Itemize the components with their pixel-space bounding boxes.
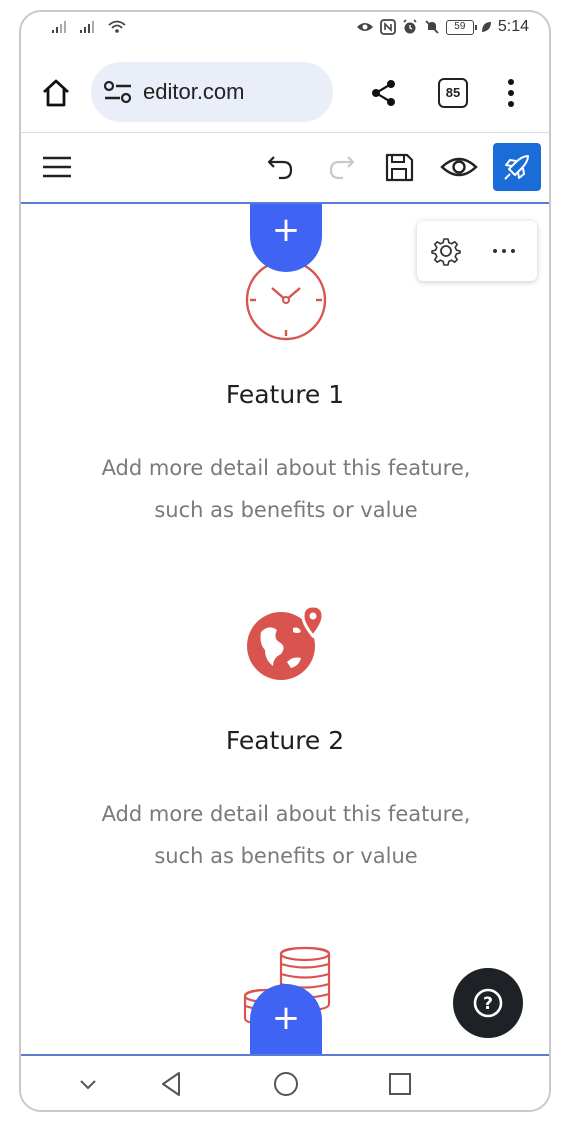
home-circle-icon[interactable] (271, 1069, 301, 1099)
feature-2-description-line-1[interactable]: Add more detail about this feature, (71, 793, 501, 835)
site-settings-icon[interactable] (103, 79, 133, 105)
mute-icon (425, 20, 439, 34)
recents-icon[interactable] (385, 1069, 415, 1099)
undo-icon[interactable] (263, 149, 299, 185)
rocket-icon[interactable] (493, 143, 541, 191)
status-left (51, 19, 127, 35)
phone-frame: 59 5:14 editor.com 85 + Feature 1 Add mo… (19, 10, 551, 1112)
editor-canvas: + Feature 1 Add more detail about this f… (21, 204, 549, 1056)
feature-1-title[interactable]: Feature 1 (21, 380, 549, 409)
navigation-bar (21, 1056, 549, 1110)
hamburger-menu-icon[interactable] (39, 149, 75, 185)
tabs-icon[interactable]: 85 (438, 78, 468, 108)
feature-1-description-line-1[interactable]: Add more detail about this feature, (71, 447, 501, 489)
block-toolbar (417, 221, 537, 281)
status-right: 59 5:14 (356, 18, 529, 36)
wifi-icon (108, 20, 126, 33)
gear-icon[interactable] (431, 236, 461, 266)
help-symbol[interactable]: ? (483, 994, 493, 1014)
add-block-symbol[interactable]: + (250, 210, 322, 250)
browser-bar: editor.com 85 (21, 56, 549, 132)
address-bar[interactable]: editor.com (91, 62, 333, 122)
leaf-icon (481, 22, 491, 32)
add-block-button-bottom[interactable]: + (250, 984, 322, 1054)
feature-2-description-line-2[interactable]: such as benefits or value (71, 835, 501, 877)
save-icon[interactable] (381, 149, 417, 185)
tab-count[interactable]: 85 (446, 85, 460, 100)
status-time: 5:14 (497, 18, 529, 35)
chevron-down-icon[interactable] (73, 1069, 103, 1099)
status-bar: 59 5:14 (21, 12, 549, 46)
home-icon[interactable] (39, 76, 73, 110)
back-icon[interactable] (157, 1069, 187, 1099)
help-icon[interactable]: ? (453, 968, 523, 1038)
feature-1-description-line-2[interactable]: such as benefits or value (71, 489, 501, 531)
help-button[interactable]: ? (453, 968, 523, 1038)
overflow-menu-icon[interactable] (501, 76, 521, 110)
add-block-symbol[interactable]: + (250, 998, 322, 1038)
preview-icon[interactable] (439, 149, 479, 185)
url-text[interactable]: editor.com (143, 79, 245, 105)
battery-level: 59 (454, 20, 466, 32)
redo-icon[interactable] (323, 149, 359, 185)
signal-icon (52, 21, 66, 33)
publish-button[interactable] (493, 143, 541, 191)
more-icon[interactable] (489, 237, 519, 265)
share-icon[interactable] (369, 78, 399, 108)
feature-2-title[interactable]: Feature 2 (21, 726, 549, 755)
alarm-icon (403, 19, 417, 34)
signal-icon (80, 21, 94, 33)
eye-icon (356, 23, 373, 31)
globe-pin-icon[interactable] (243, 602, 329, 684)
editor-toolbar (21, 133, 549, 203)
nfc-icon (379, 19, 396, 35)
battery-icon: 59 (445, 19, 477, 35)
